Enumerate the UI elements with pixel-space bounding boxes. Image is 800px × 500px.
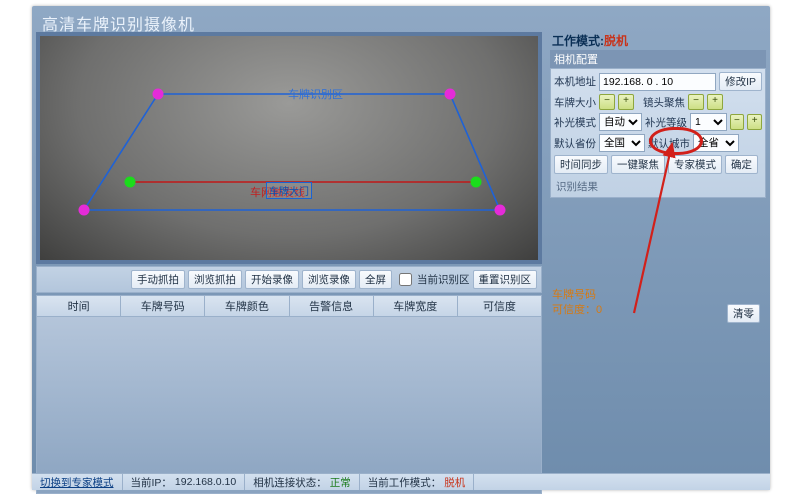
poly-handle-bl[interactable] bbox=[79, 205, 90, 216]
status-ip-label: 当前IP： bbox=[131, 475, 172, 490]
poly-handle-tr[interactable] bbox=[445, 89, 456, 100]
status-bar: 切换到专家模式 当前IP：192.168.0.10 相机连接状态：正常 当前工作… bbox=[32, 473, 770, 490]
fill-mode-label: 补光模式 bbox=[554, 115, 596, 130]
browse-record-button[interactable]: 浏览录像 bbox=[302, 270, 356, 289]
status-ip-value: 192.168.0.10 bbox=[175, 476, 236, 488]
switch-expert-link[interactable]: 切换到专家模式 bbox=[40, 475, 114, 490]
work-mode-line: 工作模式:脱机 bbox=[550, 32, 766, 49]
confirm-button[interactable]: 确定 bbox=[725, 155, 758, 174]
def-province-label: 默认省份 bbox=[554, 136, 596, 151]
status-mode-label: 当前工作模式： bbox=[368, 475, 442, 490]
plate-size-minus[interactable] bbox=[599, 94, 615, 110]
focus-plus[interactable] bbox=[707, 94, 723, 110]
recognition-overlay bbox=[40, 36, 538, 260]
fill-level-minus[interactable] bbox=[730, 114, 745, 130]
redraw-zone-button[interactable]: 重置识别区 bbox=[473, 270, 538, 289]
ip-input[interactable] bbox=[599, 73, 716, 91]
plate-size-plus[interactable] bbox=[618, 94, 634, 110]
results-table-body[interactable] bbox=[36, 317, 542, 494]
col-time: 时间 bbox=[37, 296, 121, 316]
col-plate: 车牌号码 bbox=[121, 296, 205, 316]
browse-capture-button[interactable]: 浏览抓拍 bbox=[188, 270, 242, 289]
start-record-button[interactable]: 开始录像 bbox=[245, 270, 299, 289]
clear-button[interactable]: 清零 bbox=[727, 304, 760, 323]
status-conn-value: 正常 bbox=[330, 475, 351, 490]
side-result-summary: 车牌号码 可信度：0 bbox=[552, 288, 602, 318]
focus-label: 镜头聚焦 bbox=[643, 95, 685, 110]
sync-time-button[interactable]: 时间同步 bbox=[554, 155, 608, 174]
gate-box-label: 车牌大门 bbox=[266, 182, 312, 199]
status-conn-label: 相机连接状态： bbox=[253, 475, 327, 490]
fill-level-label: 补光等级 bbox=[645, 115, 687, 130]
video-toolbar: 手动抓拍 浏览抓拍 开始录像 浏览录像 全屏 当前识别区 重置识别区 bbox=[36, 266, 542, 293]
app-title: 高清车牌识别摄像机 bbox=[32, 6, 770, 35]
camera-config-tab[interactable]: 相机配置 bbox=[550, 50, 766, 68]
poly-handle-tl[interactable] bbox=[153, 89, 164, 100]
poly-handle-br[interactable] bbox=[495, 205, 506, 216]
col-width: 车牌宽度 bbox=[374, 296, 458, 316]
fullscreen-button[interactable]: 全屏 bbox=[359, 270, 392, 289]
focus-minus[interactable] bbox=[688, 94, 704, 110]
current-zone-checkbox[interactable]: 当前识别区 bbox=[395, 270, 470, 289]
video-panel: 车牌识别区 车网触发线 车牌大门 手动抓拍 浏览抓拍 开始录像 浏览录像 全屏 bbox=[36, 32, 542, 494]
recognition-result-label: 识别结果 bbox=[554, 177, 762, 194]
def-city-select[interactable]: 全省 bbox=[693, 134, 739, 152]
video-feed[interactable]: 车牌识别区 车网触发线 车牌大门 bbox=[36, 32, 542, 264]
zone-label: 车牌识别区 bbox=[288, 86, 343, 102]
def-province-select[interactable]: 全国 bbox=[599, 134, 645, 152]
line-handle-l[interactable] bbox=[125, 177, 136, 188]
manual-capture-button[interactable]: 手动抓拍 bbox=[131, 270, 185, 289]
col-color: 车牌颜色 bbox=[205, 296, 289, 316]
expert-mode-button[interactable]: 专家模式 bbox=[668, 155, 722, 174]
ip-label: 本机地址 bbox=[554, 74, 596, 89]
col-conf: 可信度 bbox=[458, 296, 541, 316]
one-key-focus-button[interactable]: 一键聚焦 bbox=[611, 155, 665, 174]
results-table-header: 时间 车牌号码 车牌颜色 告警信息 车牌宽度 可信度 bbox=[36, 295, 542, 317]
plate-size-label: 车牌大小 bbox=[554, 95, 596, 110]
line-handle-r[interactable] bbox=[471, 177, 482, 188]
change-ip-button[interactable]: 修改IP bbox=[719, 72, 762, 91]
def-city-label: 默认城市 bbox=[648, 136, 690, 151]
fill-level-select[interactable]: 1 bbox=[690, 113, 727, 131]
status-mode-value: 脱机 bbox=[444, 475, 465, 490]
camera-config-panel: 本机地址 修改IP 车牌大小 镜头聚焦 补光模式 自动 bbox=[550, 68, 766, 198]
fill-mode-select[interactable]: 自动 bbox=[599, 113, 642, 131]
fill-level-plus[interactable] bbox=[747, 114, 762, 130]
col-alarm: 告警信息 bbox=[290, 296, 374, 316]
side-panel: 工作模式:脱机 相机配置 本机地址 修改IP 车牌大小 镜头聚焦 bbox=[550, 32, 766, 198]
